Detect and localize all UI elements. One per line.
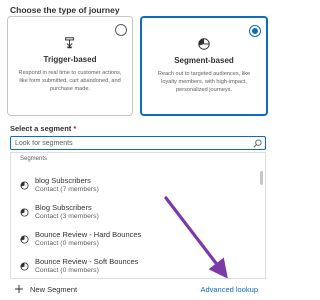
select-segment-label: Select a segment * <box>10 124 76 133</box>
list-item[interactable]: Blog Subscribers Contact (3 members) <box>11 200 257 226</box>
segment-based-title: Segment-based <box>174 56 234 65</box>
plus-icon <box>15 285 23 293</box>
segment-name: blog Subscribers <box>35 176 91 185</box>
segment-based-card[interactable]: Segment-based Reach out to targeted audi… <box>140 16 268 116</box>
trigger-icon <box>65 37 74 49</box>
new-segment-label: New Segment <box>30 284 78 294</box>
segment-name: Bounce Review - Hard Bounces <box>35 230 142 239</box>
segment-dropdown-list: Segments blog Subscribers Contact (7 mem… <box>10 152 266 278</box>
select-segment-label-text: Select a segment <box>10 124 72 133</box>
dropdown-footer: New Segment Advanced lookup <box>10 278 266 300</box>
new-segment-button[interactable]: New Segment <box>10 283 77 295</box>
trigger-based-radio[interactable] <box>115 24 127 36</box>
dropdown-scrollbar[interactable] <box>260 171 263 185</box>
segment-member-count: Contact (0 members) <box>35 267 99 274</box>
segment-icon <box>20 262 29 271</box>
segment-name: Blog Subscribers <box>35 203 92 212</box>
segment-search-input[interactable] <box>15 138 243 148</box>
list-item[interactable]: Bounce Review - Hard Bounces Contact (0 … <box>11 227 257 253</box>
trigger-based-title: Trigger-based <box>43 55 97 64</box>
segment-icon <box>20 181 29 190</box>
trigger-based-card[interactable]: Trigger-based Respond in real time to cu… <box>7 16 133 116</box>
search-icon[interactable] <box>253 139 262 148</box>
trigger-based-description: Respond in real time to customer actions… <box>18 70 122 92</box>
segment-name: Bounce Review - Soft Bounces <box>35 257 139 266</box>
list-item[interactable]: blog Subscribers Contact (7 members) <box>11 173 257 199</box>
segment-pie-icon <box>198 38 210 50</box>
required-mark: * <box>73 124 77 133</box>
segments-section-label: Segments <box>20 156 48 162</box>
segment-member-count: Contact (7 members) <box>35 186 99 193</box>
segment-based-description: Reach out to targeted audiences, like lo… <box>157 71 251 93</box>
list-item[interactable]: Bounce Review - Soft Bounces Contact (0 … <box>11 254 257 278</box>
segment-member-count: Contact (3 members) <box>35 213 99 220</box>
segment-icon <box>20 208 29 217</box>
segment-icon <box>20 235 29 244</box>
segment-search-field[interactable] <box>10 136 266 150</box>
segment-member-count: Contact (0 members) <box>35 240 99 247</box>
segment-based-radio[interactable] <box>249 25 261 37</box>
journey-type-heading: Choose the type of journey <box>10 5 120 15</box>
advanced-lookup-link[interactable]: Advanced lookup <box>200 285 258 294</box>
